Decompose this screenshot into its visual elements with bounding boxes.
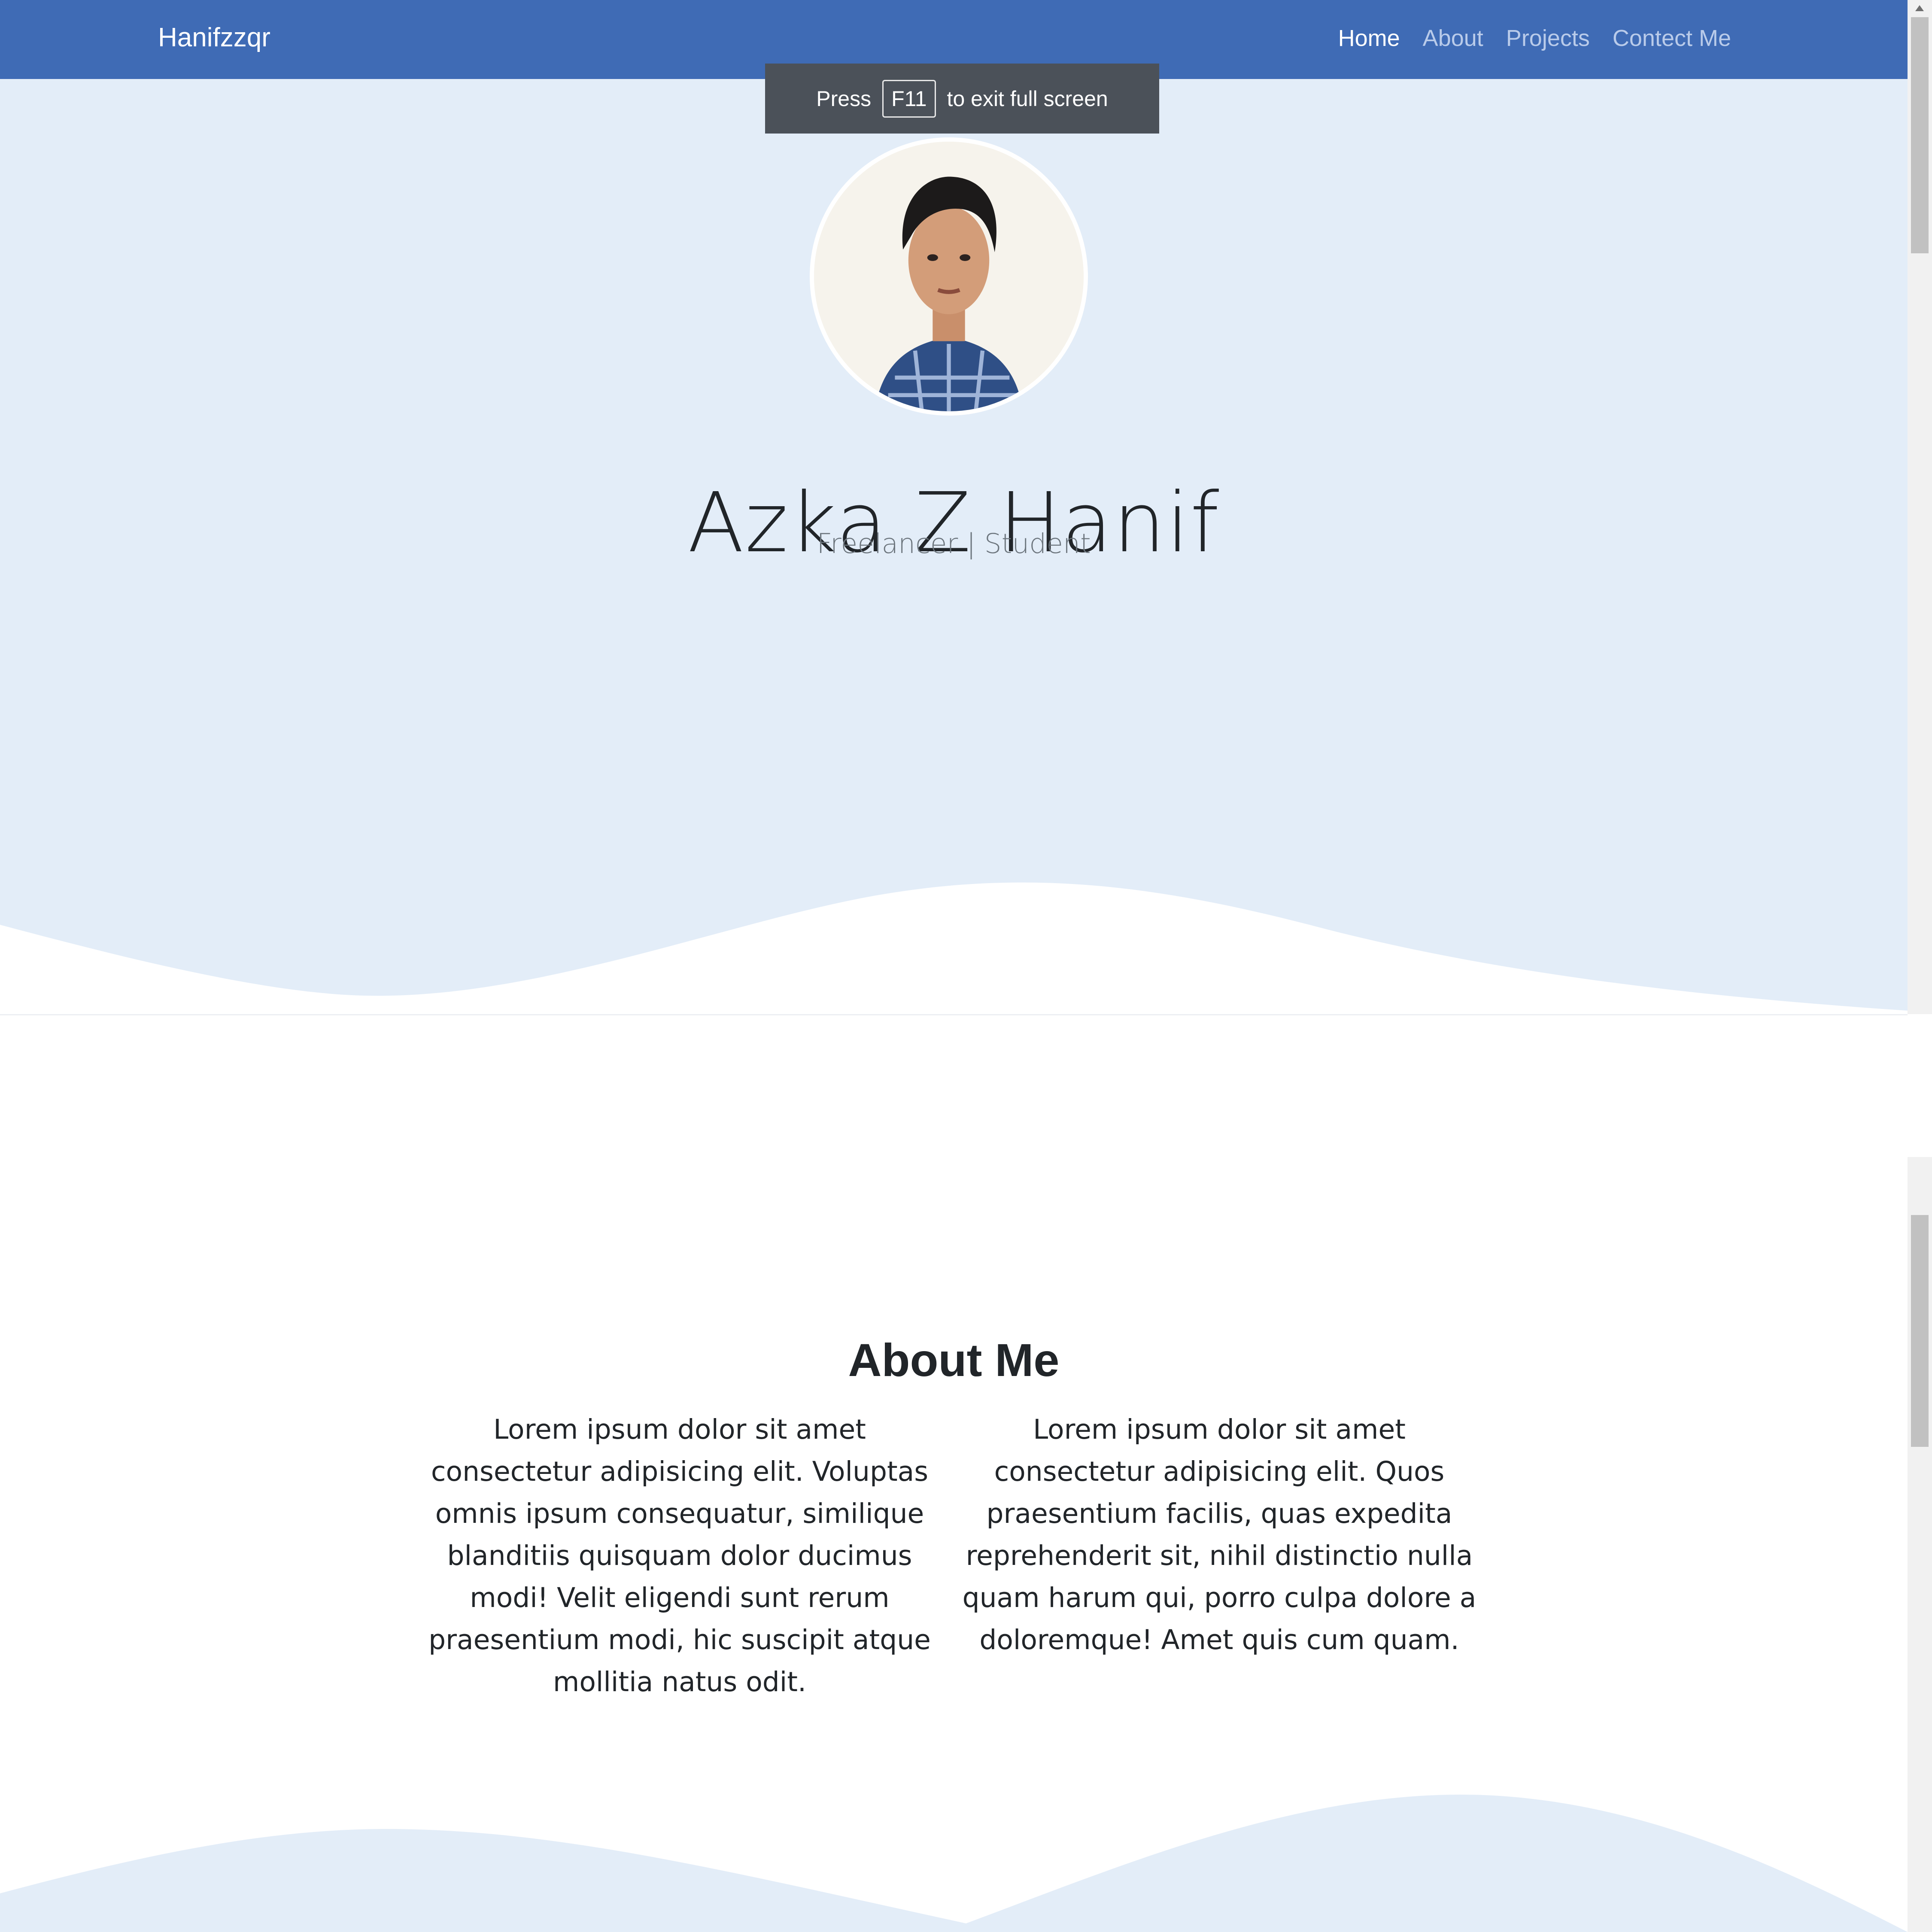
brand-link[interactable]: Hanifzzqr	[158, 22, 270, 53]
avatar	[810, 137, 1088, 416]
about-title: About Me	[848, 1334, 1060, 1386]
nav-links: Home About Projects Contect Me	[1338, 25, 1731, 52]
nav-link-projects[interactable]: Projects	[1506, 25, 1590, 52]
profile-photo-icon	[814, 142, 1084, 411]
nav-link-about[interactable]: About	[1423, 25, 1483, 52]
toast-key: F11	[882, 79, 936, 118]
about-paragraph-left: Lorem ipsum dolor sit amet consectetur a…	[428, 1414, 931, 1698]
scroll-up-arrow-icon[interactable]	[1915, 5, 1924, 11]
scrollbar[interactable]	[1908, 0, 1932, 1932]
bottom-wave	[0, 1795, 1908, 1932]
toast-suffix: to exit full screen	[947, 86, 1108, 111]
nav-link-contact[interactable]: Contect Me	[1613, 25, 1731, 52]
hero-subtitle: Freelancer | Student	[817, 528, 1091, 559]
scrollbar-thumb-upper[interactable]	[1911, 17, 1929, 253]
toast-prefix: Press	[816, 86, 872, 111]
about-paragraph-right: Lorem ipsum dolor sit amet consectetur a…	[962, 1414, 1476, 1656]
nav-link-home[interactable]: Home	[1338, 25, 1400, 52]
hero-wave	[0, 882, 1908, 1109]
scrollbar-thumb-lower[interactable]	[1911, 1215, 1929, 1447]
section-divider	[0, 1014, 1908, 1015]
fullscreen-toast: Press F11 to exit full screen	[765, 64, 1159, 134]
scrollbar-track-upper	[1908, 0, 1932, 1014]
page: Hanifzzqr Home About Projects Contect Me…	[0, 0, 1908, 1932]
